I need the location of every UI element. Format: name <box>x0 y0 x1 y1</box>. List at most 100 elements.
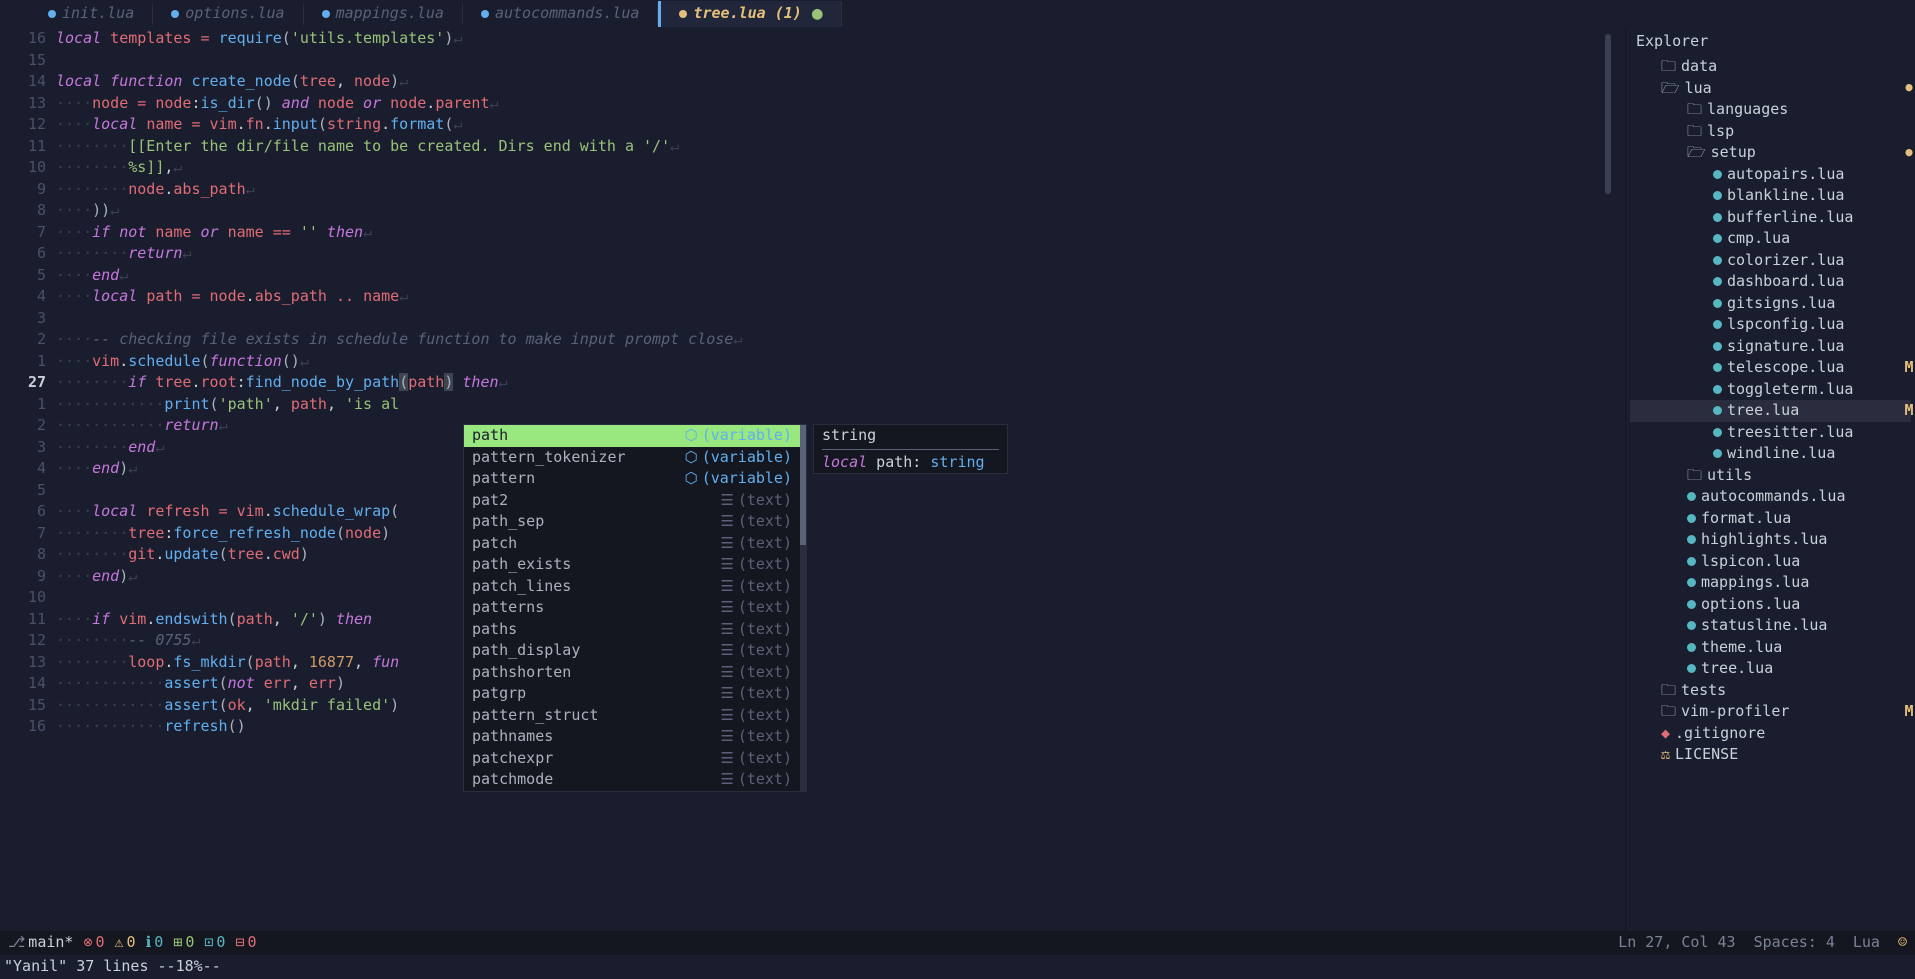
tree-file[interactable]: theme.lua <box>1630 637 1911 659</box>
tree-file[interactable]: cmp.lua <box>1630 228 1911 250</box>
code-line[interactable] <box>56 480 1625 502</box>
completion-item[interactable]: path_display☰(text) <box>464 640 800 662</box>
tree-file[interactable]: telescope.luaM <box>1630 357 1911 379</box>
completion-item[interactable]: patch_lines☰(text) <box>464 576 800 598</box>
code-line[interactable]: ········loop.fs_mkdir(path, 16877, fun <box>56 652 1625 674</box>
tree-file[interactable]: bufferline.lua <box>1630 207 1911 229</box>
tree-file[interactable]: options.lua <box>1630 594 1911 616</box>
code-line[interactable]: ····if not name or name == '' then↵ <box>56 222 1625 244</box>
tree-file[interactable]: treesitter.lua <box>1630 422 1911 444</box>
tree-file[interactable]: gitsigns.lua <box>1630 293 1911 315</box>
tab-autocommands-lua[interactable]: autocommands.lua <box>463 3 659 24</box>
tree-file[interactable]: mappings.lua <box>1630 572 1911 594</box>
completion-item[interactable]: pathnames☰(text) <box>464 726 800 748</box>
editor-scrollbar[interactable] <box>1605 34 1611 194</box>
completion-item[interactable]: path⬡(variable) <box>464 425 800 447</box>
completion-item[interactable]: pat2☰(text) <box>464 490 800 512</box>
lua-icon <box>1713 363 1722 372</box>
code-line[interactable]: ····-- checking file exists in schedule … <box>56 329 1625 351</box>
tree-file[interactable]: signature.lua <box>1630 336 1911 358</box>
code-line[interactable]: ············print('path', path, 'is al <box>56 394 1625 416</box>
completion-scrollbar[interactable] <box>800 425 806 791</box>
tree-file[interactable]: tree.lua <box>1630 658 1911 680</box>
tree-file[interactable]: lspconfig.lua <box>1630 314 1911 336</box>
completion-item[interactable]: patgrp☰(text) <box>464 683 800 705</box>
completion-item[interactable]: pattern⬡(variable) <box>464 468 800 490</box>
completion-item[interactable]: patchmode☰(text) <box>464 769 800 791</box>
code-line[interactable]: ············assert(not err, err) <box>56 673 1625 695</box>
tree-file[interactable]: tree.luaM <box>1630 400 1911 422</box>
completion-name: path_sep <box>472 511 720 532</box>
tree-file[interactable]: autocommands.lua <box>1630 486 1911 508</box>
tree-folder[interactable]: 🗀lsp <box>1630 121 1911 143</box>
modified-icon: ● <box>812 1 823 27</box>
code-line[interactable]: ········node.abs_path↵ <box>56 179 1625 201</box>
completion-item[interactable]: path_sep☰(text) <box>464 511 800 533</box>
tree-folder[interactable]: 🗀vim-profilerM <box>1630 701 1911 723</box>
command-line[interactable]: "Yanil" 37 lines --18%-- <box>0 955 1915 979</box>
code-line[interactable]: ····end↵ <box>56 265 1625 287</box>
code-line[interactable]: local templates = require('utils.templat… <box>56 28 1625 50</box>
code-line[interactable]: ········if tree.root:find_node_by_path(p… <box>56 372 1625 394</box>
completion-popup[interactable]: path⬡(variable)pattern_tokenizer⬡(variab… <box>463 424 807 792</box>
completion-kind: ☰(text) <box>720 619 792 640</box>
tree-file[interactable]: ◆.gitignore <box>1630 723 1911 745</box>
code-line[interactable]: ········tree:force_refresh_node(node) <box>56 523 1625 545</box>
tree-file[interactable]: dashboard.lua <box>1630 271 1911 293</box>
tree-file[interactable]: colorizer.lua <box>1630 250 1911 272</box>
code-line[interactable]: ····))↵ <box>56 200 1625 222</box>
tree-folder[interactable]: 🗀languages <box>1630 99 1911 121</box>
code-line[interactable]: ····local refresh = vim.schedule_wrap( <box>56 501 1625 523</box>
tab-label: mappings.lua <box>336 3 444 24</box>
tab-options-lua[interactable]: options.lua <box>153 3 303 24</box>
tree-file[interactable]: toggleterm.lua <box>1630 379 1911 401</box>
tree-file[interactable]: windline.lua <box>1630 443 1911 465</box>
tree-folder[interactable]: 🗀data <box>1630 56 1911 78</box>
code-line[interactable]: ····if vim.endswith(path, '/') then <box>56 609 1625 631</box>
tree-folder[interactable]: 🗀tests <box>1630 680 1911 702</box>
tab-init-lua[interactable]: init.lua <box>30 3 153 24</box>
tree-file[interactable]: blankline.lua <box>1630 185 1911 207</box>
tree-folder[interactable]: 🗁setup• <box>1630 142 1911 164</box>
tree-file[interactable]: highlights.lua <box>1630 529 1911 551</box>
lua-icon <box>1687 643 1696 652</box>
editor[interactable]: 1615141312111098765432127123456789101112… <box>0 28 1625 931</box>
tree-file[interactable]: autopairs.lua <box>1630 164 1911 186</box>
completion-item[interactable]: path_exists☰(text) <box>464 554 800 576</box>
code-line[interactable] <box>56 308 1625 330</box>
completion-item[interactable]: patterns☰(text) <box>464 597 800 619</box>
tree-file[interactable]: lspicon.lua <box>1630 551 1911 573</box>
tab-tree-lua--1-[interactable]: tree.lua (1)● <box>658 1 841 27</box>
completion-item[interactable]: patchexpr☰(text) <box>464 748 800 770</box>
completion-kind: ☰(text) <box>720 511 792 532</box>
tree-folder[interactable]: 🗁lua• <box>1630 78 1911 100</box>
completion-item[interactable]: pattern_tokenizer⬡(variable) <box>464 447 800 469</box>
code-line[interactable] <box>56 50 1625 72</box>
code-line[interactable]: local function create_node(tree, node)↵ <box>56 71 1625 93</box>
completion-item[interactable]: paths☰(text) <box>464 619 800 641</box>
tree-file[interactable]: format.lua <box>1630 508 1911 530</box>
code-line[interactable]: ············assert(ok, 'mkdir failed') <box>56 695 1625 717</box>
code-line[interactable]: ········%s]],↵ <box>56 157 1625 179</box>
code-line[interactable]: ····node = node:is_dir() and node or nod… <box>56 93 1625 115</box>
code-line[interactable]: ········[[Enter the dir/file name to be … <box>56 136 1625 158</box>
code-line[interactable]: ········git.update(tree.cwd) <box>56 544 1625 566</box>
completion-item[interactable]: pathshorten☰(text) <box>464 662 800 684</box>
tree-item-label: LICENSE <box>1675 744 1738 765</box>
completion-item[interactable]: pattern_struct☰(text) <box>464 705 800 727</box>
code-line[interactable]: ····vim.schedule(function()↵ <box>56 351 1625 373</box>
tree-file[interactable]: ⚖LICENSE <box>1630 744 1911 766</box>
code-line[interactable]: ············refresh() <box>56 716 1625 738</box>
tab-mappings-lua[interactable]: mappings.lua <box>304 3 463 24</box>
code-line[interactable]: ····local path = node.abs_path .. name↵ <box>56 286 1625 308</box>
tree-file[interactable]: statusline.lua <box>1630 615 1911 637</box>
tree-folder[interactable]: 🗀utils <box>1630 465 1911 487</box>
completion-item[interactable]: patch☰(text) <box>464 533 800 555</box>
code-area[interactable]: local templates = require('utils.templat… <box>56 28 1625 931</box>
code-line[interactable]: ····end)↵ <box>56 566 1625 588</box>
code-line[interactable]: ····local name = vim.fn.input(string.for… <box>56 114 1625 136</box>
file-explorer[interactable]: Explorer 🗀data🗁lua•🗀languages🗀lsp🗁setup•… <box>1625 28 1915 931</box>
code-line[interactable] <box>56 587 1625 609</box>
code-line[interactable]: ········return↵ <box>56 243 1625 265</box>
code-line[interactable]: ········-- 0755↵ <box>56 630 1625 652</box>
